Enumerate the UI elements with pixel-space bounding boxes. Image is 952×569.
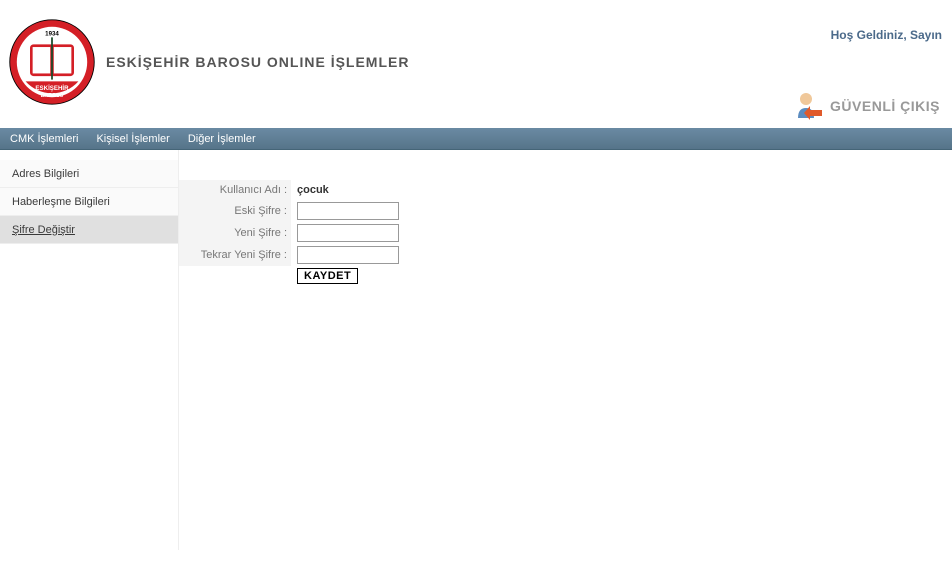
logo-area: 1934 ESKİŞEHİR BAROSU ESKİŞEHİR BAROSU O… bbox=[8, 18, 409, 106]
svg-text:ESKİŞEHİR: ESKİŞEHİR bbox=[35, 85, 69, 92]
new-password-label: Yeni Şifre : bbox=[179, 222, 291, 244]
username-value: çocuk bbox=[297, 184, 329, 196]
repeat-password-label: Tekrar Yeni Şifre : bbox=[179, 244, 291, 266]
password-form: Kullanıcı Adı : çocuk Eski Şifre : Yeni … bbox=[179, 180, 402, 286]
menubar: CMK İşlemleri Kişisel İşlemler Diğer İşl… bbox=[0, 128, 952, 150]
save-button[interactable]: KAYDET bbox=[297, 268, 358, 284]
repeat-password-input[interactable] bbox=[297, 246, 399, 264]
logout-button[interactable]: GÜVENLİ ÇIKIŞ bbox=[792, 90, 940, 122]
sidebar-item-label: Şifre Değiştir bbox=[12, 224, 75, 236]
sidebar: Adres Bilgileri Haberleşme Bilgileri Şif… bbox=[0, 150, 178, 550]
menu-item-diger[interactable]: Diğer İşlemler bbox=[188, 133, 256, 145]
username-label: Kullanıcı Adı : bbox=[179, 180, 291, 200]
logout-label: GÜVENLİ ÇIKIŞ bbox=[830, 98, 940, 114]
site-title: ESKİŞEHİR BAROSU ONLINE İŞLEMLER bbox=[106, 54, 409, 70]
sidebar-item-sifre[interactable]: Şifre Değiştir bbox=[0, 216, 178, 244]
old-password-label: Eski Şifre : bbox=[179, 200, 291, 222]
main-panel: Kullanıcı Adı : çocuk Eski Şifre : Yeni … bbox=[178, 150, 952, 550]
svg-text:BAROSU: BAROSU bbox=[41, 93, 64, 99]
content-area: Adres Bilgileri Haberleşme Bilgileri Şif… bbox=[0, 150, 952, 550]
welcome-text: Hoş Geldiniz, Sayın bbox=[831, 28, 942, 42]
baro-logo-icon: 1934 ESKİŞEHİR BAROSU bbox=[8, 18, 96, 106]
sidebar-item-label: Adres Bilgileri bbox=[12, 168, 79, 180]
menu-item-kisisel[interactable]: Kişisel İşlemler bbox=[96, 133, 169, 145]
sidebar-item-adres[interactable]: Adres Bilgileri bbox=[0, 160, 178, 188]
old-password-input[interactable] bbox=[297, 202, 399, 220]
new-password-input[interactable] bbox=[297, 224, 399, 242]
logo-year: 1934 bbox=[45, 31, 59, 38]
logout-user-icon bbox=[792, 90, 824, 122]
menu-item-cmk[interactable]: CMK İşlemleri bbox=[10, 133, 78, 145]
header: 1934 ESKİŞEHİR BAROSU ESKİŞEHİR BAROSU O… bbox=[0, 0, 952, 128]
sidebar-item-haberlesme[interactable]: Haberleşme Bilgileri bbox=[0, 188, 178, 216]
sidebar-item-label: Haberleşme Bilgileri bbox=[12, 196, 110, 208]
